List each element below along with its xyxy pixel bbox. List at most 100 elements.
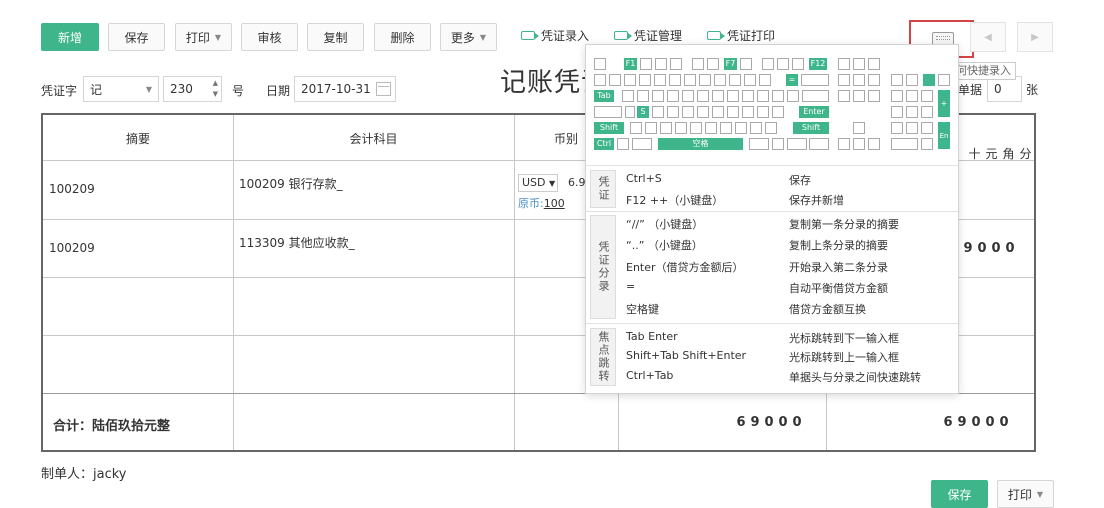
voucher-word-value: 记	[90, 82, 103, 97]
key	[697, 106, 709, 118]
key-capslock	[594, 106, 622, 118]
shortcut-desc: 保存	[789, 174, 811, 187]
key-shift-right: Shift	[793, 122, 829, 134]
key-enter: Enter	[799, 106, 829, 118]
save-label: 保存	[124, 30, 149, 45]
key	[720, 122, 732, 134]
voucher-print-link[interactable]: 凭证打印	[707, 27, 775, 44]
save-button[interactable]: 保存	[108, 23, 165, 51]
footer-save-button[interactable]: 保存	[931, 480, 988, 508]
key	[729, 74, 741, 86]
digit: 0	[999, 415, 1009, 430]
key-shift-left: Shift	[594, 122, 624, 134]
row1-exchange-rate[interactable]: 6.9	[568, 176, 586, 189]
key-f1: F1	[624, 58, 637, 70]
voucher-number-stepper[interactable]: 230 ▲ ▼	[163, 76, 222, 102]
add-button[interactable]: 新增	[41, 23, 99, 51]
key	[655, 58, 667, 70]
key	[787, 138, 807, 150]
key	[772, 138, 784, 150]
key	[652, 90, 664, 102]
key	[735, 122, 747, 134]
key	[727, 106, 739, 118]
key-arrow-up	[853, 122, 865, 134]
key-ctrl: Ctrl	[594, 138, 614, 150]
attachment-count-value: 0	[994, 82, 1002, 96]
key	[749, 138, 769, 150]
key	[660, 122, 672, 134]
audit-button[interactable]: 审核	[241, 23, 298, 51]
stepper-arrows-icon: ▲ ▼	[212, 79, 218, 98]
unit-fen: 分	[1019, 147, 1032, 161]
key	[712, 90, 724, 102]
page-title: 记账凭证	[500, 68, 588, 98]
date-value: 2017-10-31	[301, 82, 371, 96]
row2-account[interactable]: 113309 其他应收款_	[239, 234, 355, 251]
more-dropdown[interactable]: 更多 ▼	[440, 23, 497, 51]
shortcut-key: “..” （小键盘）	[626, 239, 703, 252]
attachment-label: 单据	[958, 83, 983, 97]
key	[632, 138, 652, 150]
divider	[586, 165, 958, 166]
column-divider	[233, 115, 234, 450]
audit-label: 审核	[257, 30, 282, 45]
key	[675, 122, 687, 134]
footer-print-dropdown[interactable]: 打印 ▼	[997, 480, 1054, 508]
row2-credit-amount[interactable]: 9 0 0 0	[961, 241, 1017, 256]
prev-voucher-button[interactable]: ◀	[970, 22, 1006, 52]
key	[787, 90, 799, 102]
key	[868, 74, 880, 86]
row1-original-amount[interactable]: 原币:100	[518, 195, 565, 211]
key	[727, 90, 739, 102]
date-field[interactable]: 2017-10-31	[294, 76, 396, 102]
video-icon	[614, 31, 632, 40]
digit: 0	[991, 241, 1001, 256]
delete-label: 删除	[390, 30, 415, 45]
next-voucher-button[interactable]: ▶	[1017, 22, 1053, 52]
key	[742, 90, 754, 102]
row1-currency-select[interactable]: USD ▼	[518, 174, 558, 192]
copy-button[interactable]: 复制	[307, 23, 364, 51]
digit: 0	[1005, 241, 1015, 256]
key	[777, 58, 789, 70]
shortcut-key: =	[626, 280, 636, 293]
key	[868, 58, 880, 70]
key	[906, 90, 918, 102]
number-unit-label: 号	[232, 84, 245, 98]
row2-summary[interactable]: 100209	[49, 241, 95, 255]
row1-account[interactable]: 100209 银行存款_	[239, 175, 343, 192]
key	[652, 106, 664, 118]
row1-summary[interactable]: 100209	[49, 182, 95, 196]
key-numpad	[923, 74, 935, 86]
key	[853, 74, 865, 86]
key	[750, 122, 762, 134]
delete-button[interactable]: 删除	[374, 23, 431, 51]
shortcut-key: Ctrl+Tab	[626, 369, 674, 382]
key	[640, 58, 652, 70]
print-dropdown[interactable]: 打印 ▼	[175, 23, 232, 51]
voucher-word-select[interactable]: 记 ▼	[83, 76, 159, 102]
shortcut-key: “//” （小键盘）	[626, 218, 704, 231]
key	[707, 58, 719, 70]
key	[838, 74, 850, 86]
caret-down-icon: ▼	[145, 85, 152, 94]
key	[645, 122, 657, 134]
shortcut-desc: 光标跳转到下一输入框	[789, 332, 899, 345]
key	[921, 106, 933, 118]
orig-label: 原币:	[518, 197, 544, 210]
key-s: S	[637, 106, 649, 118]
key-tab: Tab	[594, 90, 614, 102]
column-divider	[514, 115, 515, 450]
shortcut-desc: 借贷方金额互换	[789, 303, 866, 316]
key-numpad-0	[891, 138, 918, 150]
total-label: 合计：陆佰玖拾元整	[53, 419, 171, 434]
chevron-right-icon: ▶	[1031, 31, 1039, 43]
voucher-entry-link[interactable]: 凭证录入	[521, 27, 589, 44]
print-label: 打印	[1007, 487, 1032, 502]
section-tab-entry: 凭证分录	[590, 215, 616, 319]
key-numpad-enter: En	[938, 122, 950, 149]
total-credit-amount: 6 9 0 0 0	[941, 415, 1011, 430]
caret-down-icon: ▼	[479, 32, 487, 42]
voucher-manage-link[interactable]: 凭证管理	[614, 27, 682, 44]
shortcut-desc: 复制上条分录的摘要	[789, 239, 888, 252]
